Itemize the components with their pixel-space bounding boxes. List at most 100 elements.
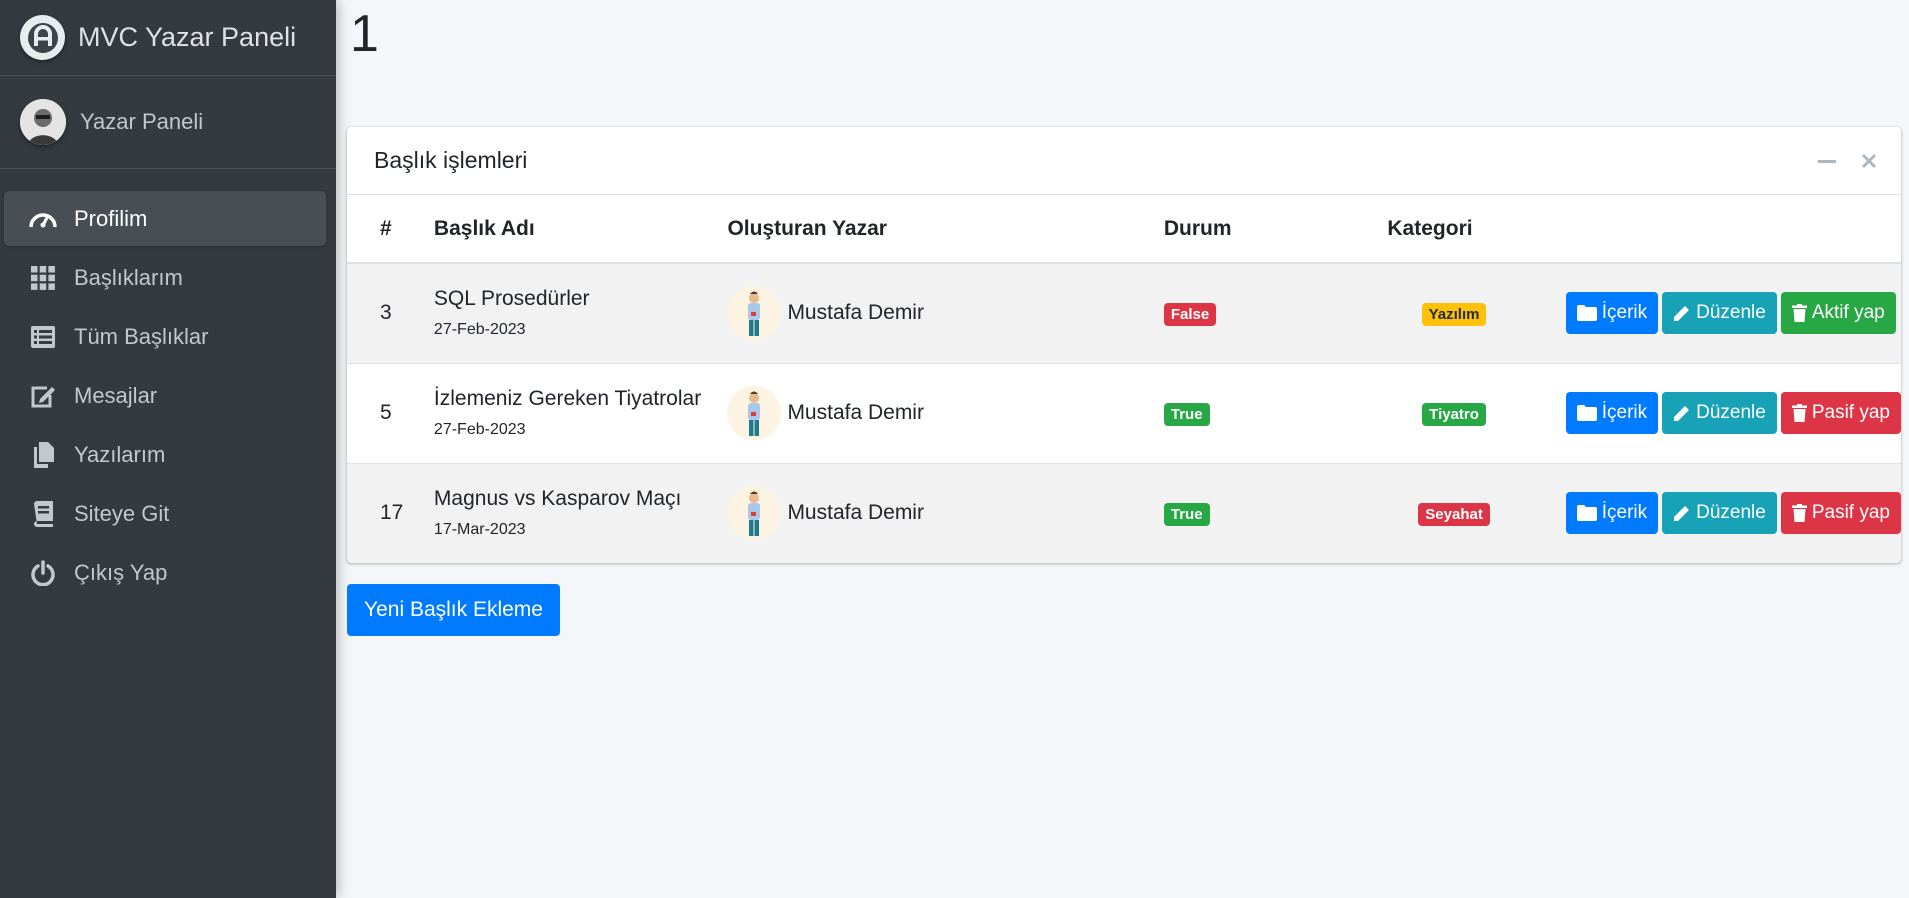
close-icon[interactable] (1857, 149, 1881, 173)
user-panel[interactable]: Yazar Paneli (0, 76, 336, 169)
row-author-cell: Mustafa Demir (727, 362, 1164, 463)
sidebar: MVC Yazar Paneli Yazar Paneli Profilim B… (0, 0, 336, 898)
table-row: 17 Magnus vs Kasparov Maçı 17-Mar-2023 M… (347, 462, 1901, 563)
row-title-cell: SQL Prosedürler 27-Feb-2023 (433, 262, 728, 363)
table-header-row: # Başlık Adı Oluşturan Yazar Durum Kateg… (347, 195, 1901, 264)
activate-button[interactable]: Aktif yap (1780, 292, 1896, 335)
row-date: 27-Feb-2023 (433, 321, 526, 339)
sidebar-item-label: Yazılarım (74, 441, 166, 467)
deactivate-button-label: Pasif yap (1811, 402, 1890, 423)
author-avatar (727, 386, 782, 440)
content-wrapper: 1 Başlık işlemleri # Başlık Adı Oluştura… (336, 0, 1909, 898)
row-category-cell: Yazılım (1387, 262, 1521, 363)
content-button[interactable]: İçerik (1565, 492, 1659, 535)
trash-icon (1791, 504, 1807, 523)
card-title: Başlık işlemleri (374, 147, 528, 173)
edit-button[interactable]: Düzenle (1662, 292, 1777, 335)
row-date: 17-Mar-2023 (433, 521, 526, 539)
table-row: 3 SQL Prosedürler 27-Feb-2023 Mustafa De… (347, 262, 1901, 363)
sidebar-item-label: Profilim (74, 205, 148, 231)
edit-button-label: Düzenle (1696, 402, 1766, 423)
row-title: İzlemeniz Gereken Tiyatrolar (433, 387, 702, 410)
row-author: Mustafa Demir (787, 301, 924, 325)
row-actions-cell: İçerik Düzenle Aktif yap (1520, 262, 1901, 363)
row-actions-cell: İçerik Düzenle Pasif yap (1520, 362, 1901, 463)
folder-icon (1576, 305, 1597, 322)
content-button-label: İçerik (1601, 302, 1648, 324)
row-author: Mustafa Demir (787, 501, 924, 525)
sidebar-item-yazilarim[interactable]: Yazılarım (4, 427, 326, 482)
sidebar-item-mesajlar[interactable]: Mesajlar (4, 368, 326, 423)
sidebar-nav: Profilim Başlıklarım Tüm Başlıklar Mesaj… (0, 169, 336, 600)
deactivate-button-label: Pasif yap (1811, 502, 1890, 524)
row-title-cell: İzlemeniz Gereken Tiyatrolar 27-Feb-2023 (433, 362, 728, 463)
content-button[interactable]: İçerik (1565, 292, 1659, 335)
edit-button-label: Düzenle (1696, 502, 1766, 524)
list-icon (28, 324, 58, 350)
sidebar-item-cikis-yap[interactable]: Çıkış Yap (4, 545, 326, 600)
minimize-icon[interactable] (1815, 149, 1839, 173)
user-name: Yazar Paneli (80, 109, 204, 134)
folder-icon (1576, 405, 1597, 421)
column-header-category: Kategori (1387, 195, 1521, 264)
row-author-cell: Mustafa Demir (727, 262, 1164, 363)
row-author-cell: Mustafa Demir (727, 462, 1164, 563)
edit-button-label: Düzenle (1696, 302, 1766, 324)
content-button-label: İçerik (1601, 502, 1648, 524)
row-status-cell: False (1163, 262, 1388, 363)
sidebar-item-label: Çıkış Yap (74, 559, 168, 585)
pencil-icon (1674, 306, 1690, 322)
row-status-cell: True (1163, 462, 1388, 563)
row-category-cell: Tiyatro (1387, 362, 1521, 463)
row-id: 3 (347, 262, 434, 363)
table-row: 5 İzlemeniz Gereken Tiyatrolar 27-Feb-20… (347, 362, 1901, 463)
titles-table: # Başlık Adı Oluşturan Yazar Durum Kateg… (347, 195, 1901, 563)
row-category-cell: Seyahat (1387, 462, 1521, 563)
column-header-title: Başlık Adı (433, 195, 728, 264)
sidebar-item-label: Başlıklarım (74, 264, 183, 290)
sidebar-item-siteye-git[interactable]: Siteye Git (4, 486, 326, 541)
category-badge: Yazılım (1421, 302, 1487, 326)
activate-button-label: Aktif yap (1811, 302, 1885, 324)
author-avatar (727, 486, 782, 541)
deactivate-button[interactable]: Pasif yap (1780, 392, 1901, 434)
column-header-actions (1520, 195, 1901, 264)
row-actions-cell: İçerik Düzenle Pasif yap (1520, 462, 1901, 563)
deactivate-button[interactable]: Pasif yap (1780, 492, 1901, 535)
edit-icon (28, 383, 58, 409)
sidebar-item-profilim[interactable]: Profilim (4, 191, 326, 246)
brand-title: MVC Yazar Paneli (78, 22, 297, 52)
copy-icon (28, 441, 58, 468)
titles-card: Başlık işlemleri # Başlık Adı Oluşturan … (347, 127, 1901, 563)
row-title-cell: Magnus vs Kasparov Maçı 17-Mar-2023 (433, 462, 728, 563)
folder-icon (1576, 505, 1597, 522)
add-title-button[interactable]: Yeni Başlık Ekleme (347, 584, 560, 636)
sidebar-item-label: Tüm Başlıklar (74, 323, 209, 349)
row-id: 5 (347, 362, 434, 463)
edit-button[interactable]: Düzenle (1662, 492, 1777, 535)
pencil-icon (1674, 506, 1690, 522)
sidebar-item-tum-basliklar[interactable]: Tüm Başlıklar (4, 309, 326, 364)
author-avatar (727, 286, 782, 341)
category-badge: Seyahat (1418, 502, 1490, 526)
user-avatar (20, 99, 66, 145)
tachometer-icon (28, 206, 58, 232)
sidebar-item-label: Siteye Git (74, 500, 170, 526)
brand-logo-icon (20, 15, 65, 60)
status-badge: True (1163, 502, 1210, 526)
content-button-label: İçerik (1601, 402, 1648, 423)
status-badge: False (1163, 302, 1217, 326)
row-title: Magnus vs Kasparov Maçı (433, 487, 682, 511)
content-button[interactable]: İçerik (1565, 392, 1659, 434)
trash-icon (1791, 404, 1807, 422)
trash-icon (1791, 304, 1807, 323)
grid-icon (28, 265, 58, 291)
row-status-cell: True (1163, 362, 1388, 463)
edit-button[interactable]: Düzenle (1662, 392, 1777, 434)
brand-link[interactable]: MVC Yazar Paneli (0, 0, 336, 76)
row-id: 17 (347, 462, 434, 563)
row-title: SQL Prosedürler (433, 287, 590, 311)
category-badge: Tiyatro (1422, 402, 1486, 426)
row-author: Mustafa Demir (787, 401, 924, 424)
sidebar-item-basliklarim[interactable]: Başlıklarım (4, 250, 326, 305)
